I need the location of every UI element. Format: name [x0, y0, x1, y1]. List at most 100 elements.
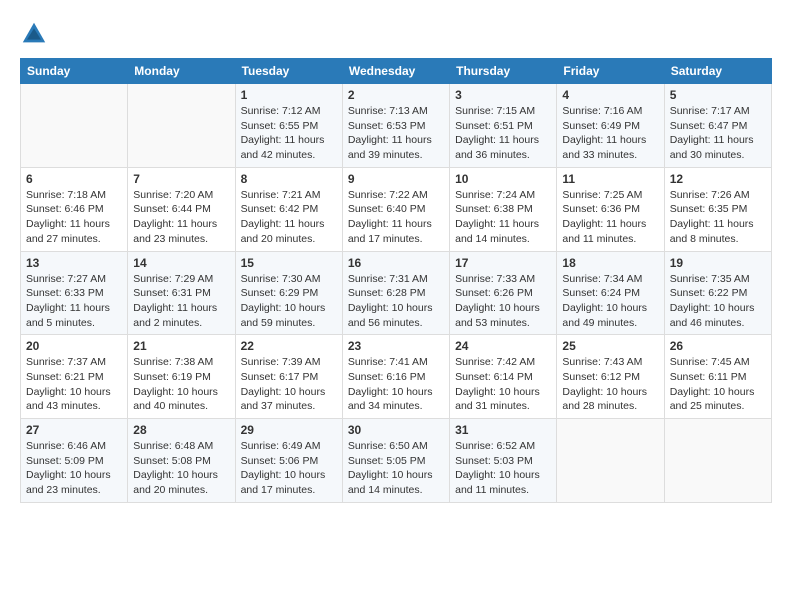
day-number: 26 [670, 339, 766, 353]
day-number: 4 [562, 88, 658, 102]
calendar-week-row: 6Sunrise: 7:18 AM Sunset: 6:46 PM Daylig… [21, 167, 772, 251]
weekday-header: Friday [557, 59, 664, 84]
weekday-header: Saturday [664, 59, 771, 84]
calendar-cell: 22 Sunrise: 7:39 AM Sunset: 6:17 PM Dayli… [235, 335, 342, 419]
calendar-cell: 15 Sunrise: 7:30 AM Sunset: 6:29 PM Dayli… [235, 251, 342, 335]
calendar-cell: 29 Sunrise: 6:49 AM Sunset: 5:06 PM Dayli… [235, 419, 342, 503]
calendar-cell: 18 Sunrise: 7:34 AM Sunset: 6:24 PM Dayli… [557, 251, 664, 335]
calendar-cell: 3 Sunrise: 7:15 AM Sunset: 6:51 PM Daylig… [450, 84, 557, 168]
calendar-cell: 16Sunrise: 7:31 AM Sunset: 6:28 PM Dayli… [342, 251, 449, 335]
day-number: 3 [455, 88, 551, 102]
day-number: 9 [348, 172, 444, 186]
weekday-header: Monday [128, 59, 235, 84]
day-info: Sunrise: 7:25 AM Sunset: 6:36 PM Dayligh… [562, 188, 658, 247]
day-number: 29 [241, 423, 337, 437]
calendar-cell: 26 Sunrise: 7:45 AM Sunset: 6:11 PM Dayli… [664, 335, 771, 419]
day-info: Sunrise: 7:38 AM Sunset: 6:19 PM Dayligh… [133, 355, 229, 414]
day-number: 28 [133, 423, 229, 437]
calendar-cell: 19 Sunrise: 7:35 AM Sunset: 6:22 PM Dayli… [664, 251, 771, 335]
calendar-cell: 12 Sunrise: 7:26 AM Sunset: 6:35 PM Dayli… [664, 167, 771, 251]
day-number: 16 [348, 256, 444, 270]
weekday-header: Tuesday [235, 59, 342, 84]
day-info: Sunrise: 7:20 AM Sunset: 6:44 PM Dayligh… [133, 188, 229, 247]
day-number: 7 [133, 172, 229, 186]
calendar-cell: 31 Sunrise: 6:52 AM Sunset: 5:03 PM Dayli… [450, 419, 557, 503]
day-number: 8 [241, 172, 337, 186]
day-info: Sunrise: 6:52 AM Sunset: 5:03 PM Dayligh… [455, 439, 551, 498]
day-number: 18 [562, 256, 658, 270]
day-info: Sunrise: 7:37 AM Sunset: 6:21 PM Dayligh… [26, 355, 122, 414]
day-info: Sunrise: 7:34 AM Sunset: 6:24 PM Dayligh… [562, 272, 658, 331]
day-number: 25 [562, 339, 658, 353]
day-number: 11 [562, 172, 658, 186]
calendar-cell: 6Sunrise: 7:18 AM Sunset: 6:46 PM Daylig… [21, 167, 128, 251]
day-info: Sunrise: 7:43 AM Sunset: 6:12 PM Dayligh… [562, 355, 658, 414]
logo-icon [20, 20, 48, 48]
calendar-cell: 23 Sunrise: 7:41 AM Sunset: 6:16 PM Dayli… [342, 335, 449, 419]
calendar-cell: 17 Sunrise: 7:33 AM Sunset: 6:26 PM Dayli… [450, 251, 557, 335]
day-info: Sunrise: 7:39 AM Sunset: 6:17 PM Dayligh… [241, 355, 337, 414]
calendar-cell: 25 Sunrise: 7:43 AM Sunset: 6:12 PM Dayli… [557, 335, 664, 419]
day-info: Sunrise: 7:29 AM Sunset: 6:31 PM Dayligh… [133, 272, 229, 331]
calendar-cell: 14Sunrise: 7:29 AM Sunset: 6:31 PM Dayli… [128, 251, 235, 335]
calendar-cell: 28Sunrise: 6:48 AM Sunset: 5:08 PM Dayli… [128, 419, 235, 503]
calendar-cell [128, 84, 235, 168]
page-header [20, 20, 772, 48]
calendar-cell: 4 Sunrise: 7:16 AM Sunset: 6:49 PM Daylig… [557, 84, 664, 168]
calendar-cell: 7 Sunrise: 7:20 AM Sunset: 6:44 PM Daylig… [128, 167, 235, 251]
calendar-table: SundayMondayTuesdayWednesdayThursdayFrid… [20, 58, 772, 503]
weekday-header: Thursday [450, 59, 557, 84]
day-info: Sunrise: 7:41 AM Sunset: 6:16 PM Dayligh… [348, 355, 444, 414]
day-info: Sunrise: 7:42 AM Sunset: 6:14 PM Dayligh… [455, 355, 551, 414]
day-info: Sunrise: 7:15 AM Sunset: 6:51 PM Dayligh… [455, 104, 551, 163]
day-number: 20 [26, 339, 122, 353]
calendar-cell: 5Sunrise: 7:17 AM Sunset: 6:47 PM Daylig… [664, 84, 771, 168]
calendar-cell: 24 Sunrise: 7:42 AM Sunset: 6:14 PM Dayli… [450, 335, 557, 419]
calendar-week-row: 1Sunrise: 7:12 AM Sunset: 6:55 PM Daylig… [21, 84, 772, 168]
day-info: Sunrise: 7:35 AM Sunset: 6:22 PM Dayligh… [670, 272, 766, 331]
day-info: Sunrise: 6:49 AM Sunset: 5:06 PM Dayligh… [241, 439, 337, 498]
day-number: 12 [670, 172, 766, 186]
day-number: 5 [670, 88, 766, 102]
day-number: 30 [348, 423, 444, 437]
weekday-header: Wednesday [342, 59, 449, 84]
calendar-cell: 20 Sunrise: 7:37 AM Sunset: 6:21 PM Dayli… [21, 335, 128, 419]
calendar-cell: 11 Sunrise: 7:25 AM Sunset: 6:36 PM Dayli… [557, 167, 664, 251]
calendar-cell [664, 419, 771, 503]
day-number: 2 [348, 88, 444, 102]
day-info: Sunrise: 7:22 AM Sunset: 6:40 PM Dayligh… [348, 188, 444, 247]
calendar-cell: 2 Sunrise: 7:13 AM Sunset: 6:53 PM Daylig… [342, 84, 449, 168]
day-info: Sunrise: 7:33 AM Sunset: 6:26 PM Dayligh… [455, 272, 551, 331]
day-number: 31 [455, 423, 551, 437]
day-number: 19 [670, 256, 766, 270]
logo [20, 20, 52, 48]
day-info: Sunrise: 6:46 AM Sunset: 5:09 PM Dayligh… [26, 439, 122, 498]
day-info: Sunrise: 7:16 AM Sunset: 6:49 PM Dayligh… [562, 104, 658, 163]
day-number: 23 [348, 339, 444, 353]
day-number: 15 [241, 256, 337, 270]
calendar-cell: 27 Sunrise: 6:46 AM Sunset: 5:09 PM Dayli… [21, 419, 128, 503]
day-number: 17 [455, 256, 551, 270]
weekday-header-row: SundayMondayTuesdayWednesdayThursdayFrid… [21, 59, 772, 84]
day-info: Sunrise: 7:13 AM Sunset: 6:53 PM Dayligh… [348, 104, 444, 163]
day-info: Sunrise: 7:30 AM Sunset: 6:29 PM Dayligh… [241, 272, 337, 331]
day-number: 13 [26, 256, 122, 270]
calendar-cell: 9 Sunrise: 7:22 AM Sunset: 6:40 PM Daylig… [342, 167, 449, 251]
day-number: 27 [26, 423, 122, 437]
day-number: 10 [455, 172, 551, 186]
calendar-cell [557, 419, 664, 503]
calendar-cell [21, 84, 128, 168]
day-info: Sunrise: 7:26 AM Sunset: 6:35 PM Dayligh… [670, 188, 766, 247]
day-info: Sunrise: 7:45 AM Sunset: 6:11 PM Dayligh… [670, 355, 766, 414]
calendar-cell: 1Sunrise: 7:12 AM Sunset: 6:55 PM Daylig… [235, 84, 342, 168]
day-info: Sunrise: 7:18 AM Sunset: 6:46 PM Dayligh… [26, 188, 122, 247]
day-number: 22 [241, 339, 337, 353]
calendar-week-row: 20 Sunrise: 7:37 AM Sunset: 6:21 PM Dayli… [21, 335, 772, 419]
calendar-cell: 21Sunrise: 7:38 AM Sunset: 6:19 PM Dayli… [128, 335, 235, 419]
day-number: 24 [455, 339, 551, 353]
calendar-cell: 10Sunrise: 7:24 AM Sunset: 6:38 PM Dayli… [450, 167, 557, 251]
calendar-cell: 8Sunrise: 7:21 AM Sunset: 6:42 PM Daylig… [235, 167, 342, 251]
day-info: Sunrise: 6:50 AM Sunset: 5:05 PM Dayligh… [348, 439, 444, 498]
day-info: Sunrise: 7:12 AM Sunset: 6:55 PM Dayligh… [241, 104, 337, 163]
calendar-cell: 30 Sunrise: 6:50 AM Sunset: 5:05 PM Dayli… [342, 419, 449, 503]
